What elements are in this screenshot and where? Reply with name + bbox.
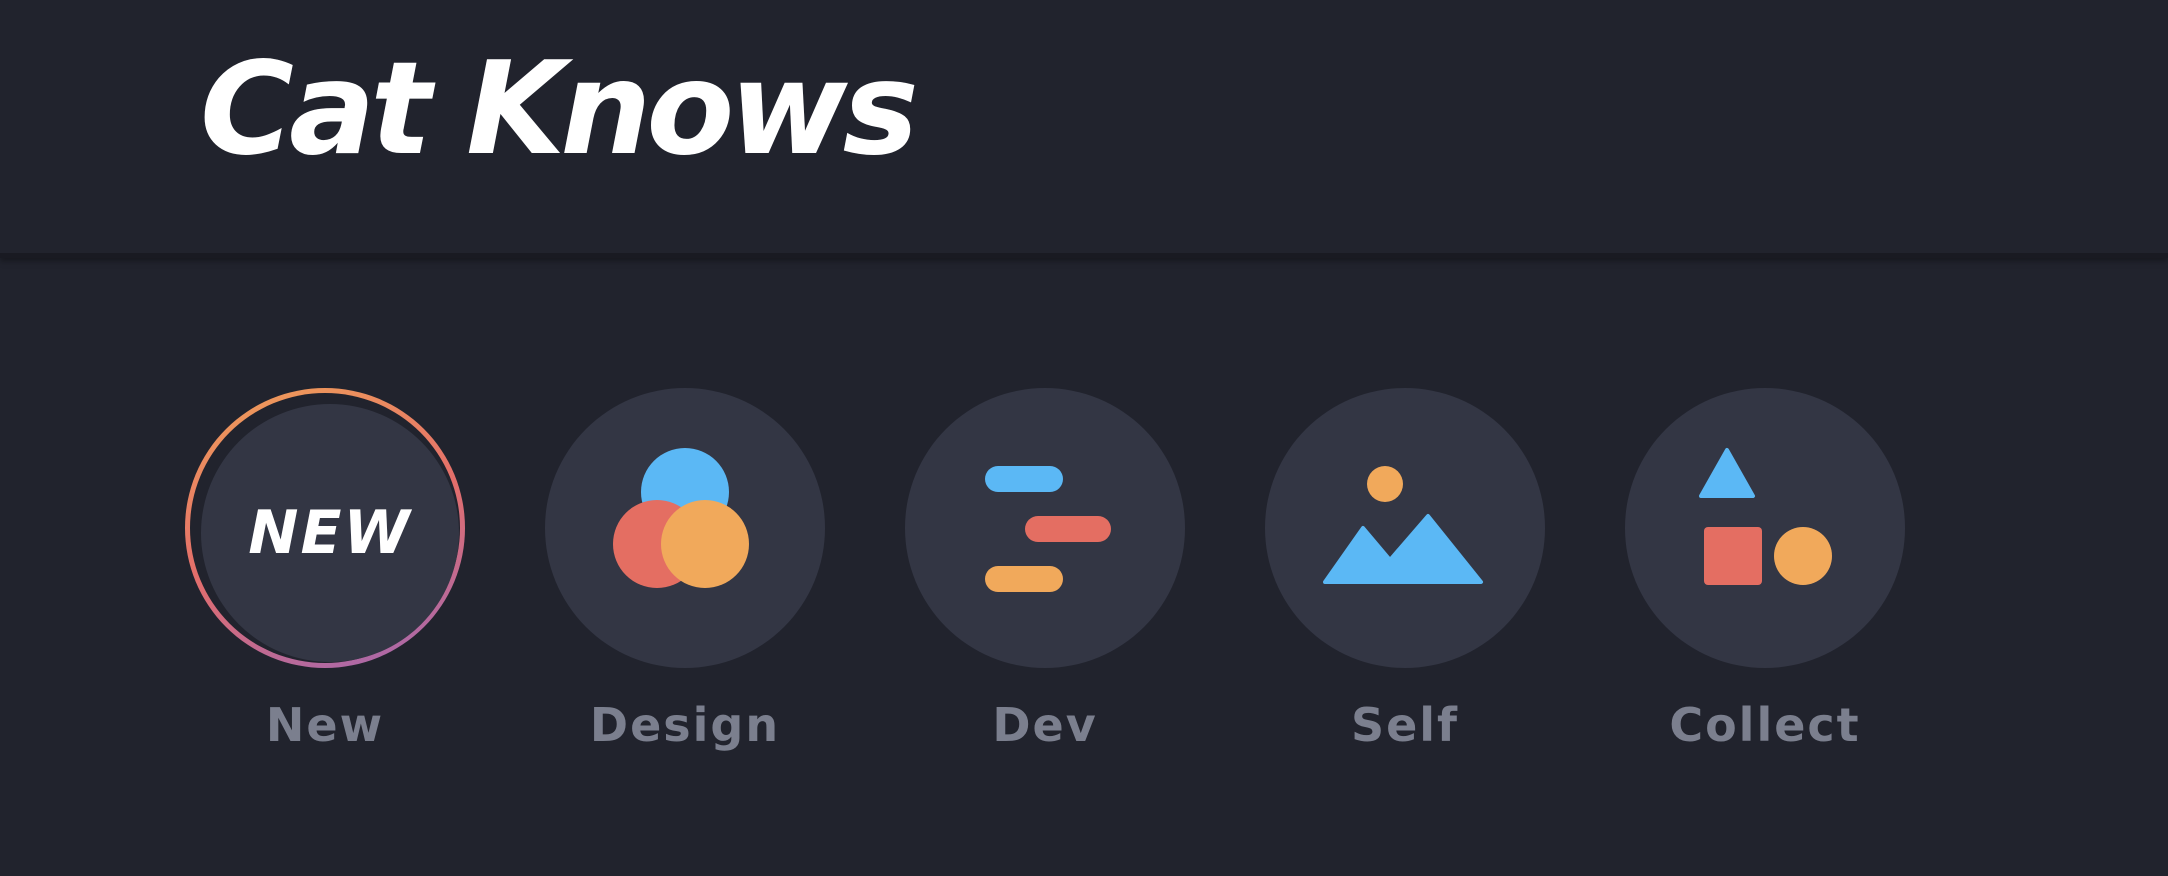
category-label-self: Self: [1350, 698, 1460, 752]
top-header: Cat Knows: [0, 0, 2168, 258]
category-circle-collect: [1625, 388, 1905, 668]
category-circle-design: [545, 388, 825, 668]
overlapping-circles-icon: [613, 448, 749, 588]
category-circle-dev: [905, 388, 1185, 668]
category-label-design: Design: [589, 698, 781, 752]
category-label-dev: Dev: [992, 698, 1098, 752]
category-circle-self: [1265, 388, 1545, 668]
shapes-icon: [1699, 448, 1832, 585]
code-bars-icon: [985, 466, 1111, 592]
mountain-sun-icon: [1323, 466, 1483, 584]
new-badge-icon: NEW: [248, 498, 412, 568]
category-label-collect: Collect: [1669, 698, 1861, 752]
category-label-new: New: [265, 698, 385, 752]
site-logo[interactable]: Cat Knows: [200, 39, 919, 181]
new-ring: NEW: [185, 388, 465, 668]
category-row: NEW New Design Dev Self Collect: [0, 262, 2168, 876]
